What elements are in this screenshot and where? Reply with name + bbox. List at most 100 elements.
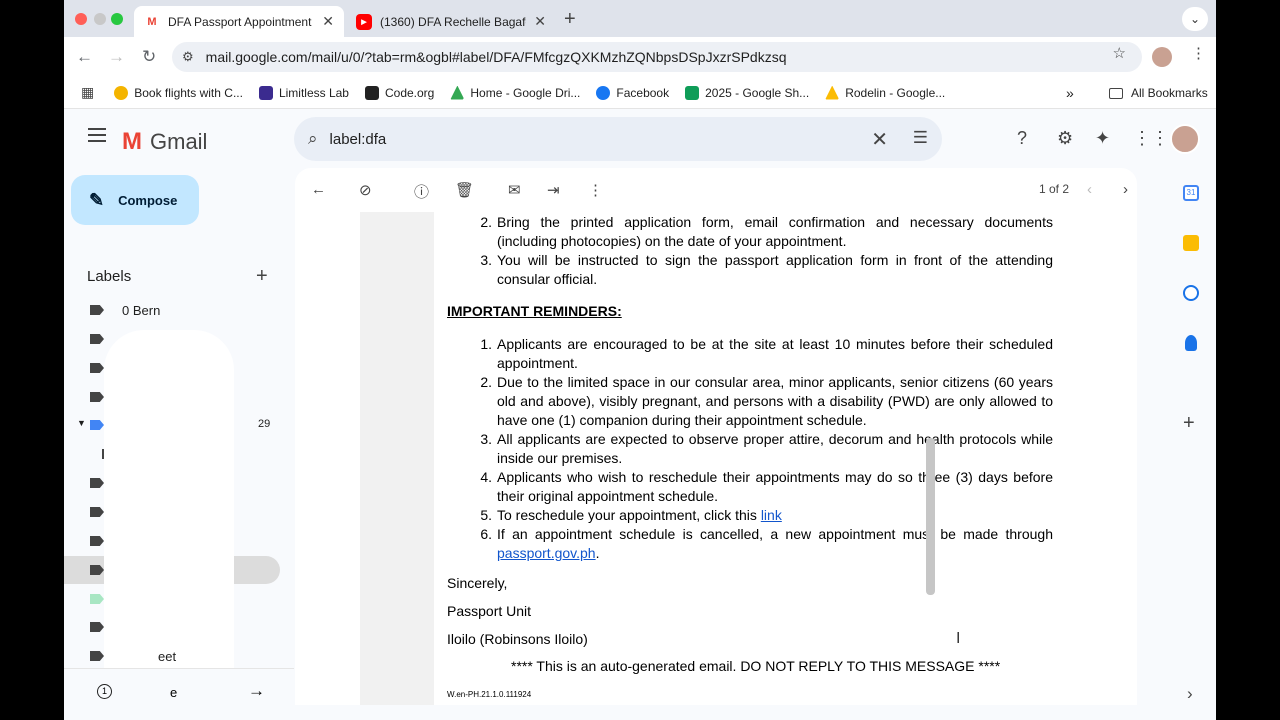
email-body: 2. Bring the printed application form, em…: [434, 212, 1063, 705]
url-text: mail.google.com/mail/u/0/?tab=rm&ogbl#la…: [205, 49, 787, 65]
label-item[interactable]: eet: [64, 642, 280, 670]
bookmark-item[interactable]: Code.org: [364, 85, 434, 100]
compose-button[interactable]: ✎ Compose: [71, 175, 199, 225]
search-bar[interactable]: ⌕ label:dfa ✕ ☰: [294, 117, 942, 161]
bookmark-item[interactable]: Limitless Lab: [258, 85, 349, 100]
bookmark-item[interactable]: Rodelin - Google...: [825, 85, 945, 100]
apps-grid-icon[interactable]: ▦: [81, 84, 94, 101]
bookmark-item[interactable]: Home - Google Dri...: [450, 85, 580, 100]
closing-line: Sincerely,: [447, 575, 508, 591]
bookmark-item[interactable]: 2025 - Google Sh...: [685, 85, 809, 100]
close-tab-icon[interactable]: ✕: [322, 13, 334, 30]
tab-gmail[interactable]: M DFA Passport Appointment Sy ✕: [134, 6, 344, 37]
reminders-list: 1. Applicants are encouraged to be at the…: [468, 335, 1053, 563]
profile-avatar[interactable]: [1152, 47, 1172, 67]
nav-footer: 1 e →: [64, 668, 294, 720]
main-menu-icon[interactable]: [88, 128, 106, 146]
reload-icon[interactable]: ↻: [142, 47, 156, 67]
label-icon: [90, 622, 104, 632]
all-bookmarks-button[interactable]: All Bookmarks: [1109, 86, 1208, 100]
text-cursor-icon: I: [956, 630, 961, 647]
pagination-count: 1 of 2: [1039, 182, 1070, 196]
label-icon: [90, 420, 104, 430]
label-icon: [90, 594, 104, 604]
label-icon: [90, 536, 104, 546]
email-scrollbar[interactable]: [926, 438, 935, 595]
help-icon[interactable]: ?: [1017, 128, 1027, 149]
back-to-list-icon[interactable]: ←: [311, 181, 326, 198]
label-icon: [90, 363, 104, 373]
passport-site-link[interactable]: passport.gov.ph: [497, 545, 596, 561]
remove-label-icon[interactable]: ⊘: [359, 181, 372, 199]
drive-icon: [450, 85, 465, 100]
tasks-icon[interactable]: [1183, 285, 1199, 301]
close-tab-icon[interactable]: ✕: [534, 13, 546, 30]
report-spam-icon[interactable]: ⓘ: [414, 181, 429, 202]
bookmarks-overflow-icon[interactable]: »: [1066, 85, 1074, 101]
create-label-button[interactable]: +: [256, 265, 268, 288]
bookmark-item[interactable]: Facebook: [596, 85, 669, 100]
arrow-right-icon[interactable]: →: [248, 681, 265, 701]
account-avatar[interactable]: [1170, 124, 1200, 154]
site-info-icon[interactable]: ⚙: [182, 49, 194, 65]
label-icon: [90, 478, 104, 488]
delete-icon[interactable]: 🗑: [455, 181, 474, 199]
unread-count: 29: [258, 418, 271, 430]
upgrade-icon[interactable]: 1: [97, 684, 112, 699]
bookmark-item[interactable]: Book flights with C...: [114, 85, 243, 100]
more-options-icon[interactable]: ⋮: [588, 181, 603, 199]
close-window-button[interactable]: [75, 13, 87, 25]
older-icon[interactable]: ›: [1123, 181, 1128, 198]
reminders-heading: IMPORTANT REMINDERS:: [447, 303, 622, 319]
tab-search-button[interactable]: ⌄: [1182, 7, 1208, 31]
move-to-icon[interactable]: ⇥: [547, 181, 560, 199]
expand-arrow-icon[interactable]: ▼: [77, 418, 86, 428]
folder-icon: [1109, 87, 1123, 99]
new-tab-button[interactable]: +: [564, 8, 576, 31]
tab-strip: M DFA Passport Appointment Sy ✕ ▶ (1360)…: [64, 0, 1216, 37]
bookmark-icon: [364, 85, 379, 100]
forward-icon[interactable]: →: [108, 47, 125, 67]
mark-unread-icon[interactable]: ✉: [508, 181, 521, 199]
keep-icon[interactable]: [1183, 235, 1199, 251]
maximize-window-button[interactable]: [111, 13, 123, 25]
youtube-icon: ▶: [356, 13, 372, 30]
list-item: 2. Due to the limited space in our consul…: [480, 374, 1053, 428]
list-item: 3. All applicants are expected to observe…: [480, 431, 1053, 466]
list-item: 2. Bring the printed application form, em…: [480, 214, 1053, 249]
gmail-header: M Gmail ⌕ label:dfa ✕ ☰ ? ⚙ ✦ ⋮⋮: [64, 110, 1216, 168]
show-side-panel-icon[interactable]: ›: [1187, 684, 1193, 704]
bookmarks-bar: ▦ Book flights with C... Limitless Lab C…: [64, 77, 1216, 109]
gmail-icon: M: [147, 15, 157, 28]
tab-title: (1360) DFA Rechelle Bagafor: [380, 14, 527, 29]
tab-youtube[interactable]: ▶ (1360) DFA Rechelle Bagafor ✕: [346, 6, 556, 37]
clear-search-icon[interactable]: ✕: [871, 127, 888, 152]
contacts-icon[interactable]: [1185, 335, 1197, 351]
reschedule-link[interactable]: link: [761, 507, 782, 523]
gmail-logo[interactable]: M Gmail: [122, 128, 207, 156]
search-icon[interactable]: ⌕: [308, 129, 318, 149]
facebook-icon: [596, 85, 611, 100]
get-addons-icon[interactable]: +: [1183, 412, 1195, 435]
menu-icon[interactable]: ⋮: [1191, 44, 1206, 62]
newer-icon[interactable]: ‹: [1087, 181, 1092, 198]
label-item[interactable]: 0 Bern: [64, 296, 280, 324]
label-icon: [90, 565, 104, 575]
address-bar[interactable]: ⚙ mail.google.com/mail/u/0/?tab=rm&ogbl#…: [172, 42, 1142, 72]
labels-heading: Labels: [87, 268, 132, 285]
minimize-window-button[interactable]: [94, 13, 106, 25]
label-icon: [90, 334, 104, 344]
settings-gear-icon[interactable]: ⚙: [1057, 128, 1073, 149]
google-apps-icon[interactable]: ⋮⋮: [1133, 128, 1169, 149]
pencil-icon: ✎: [89, 189, 105, 210]
back-icon[interactable]: ←: [76, 47, 93, 67]
search-input[interactable]: label:dfa: [330, 131, 387, 148]
version-footer: W.en-PH.21.1.0.111924: [447, 690, 532, 699]
label-icon: [90, 507, 104, 517]
bookmark-star-icon[interactable]: ☆: [1113, 44, 1126, 62]
search-options-icon[interactable]: ☰: [913, 128, 928, 148]
calendar-icon[interactable]: 31: [1183, 185, 1199, 201]
drive-icon: [825, 85, 840, 100]
tab-title: DFA Passport Appointment Sy: [168, 14, 315, 29]
gemini-sparkle-icon[interactable]: ✦: [1095, 128, 1110, 149]
